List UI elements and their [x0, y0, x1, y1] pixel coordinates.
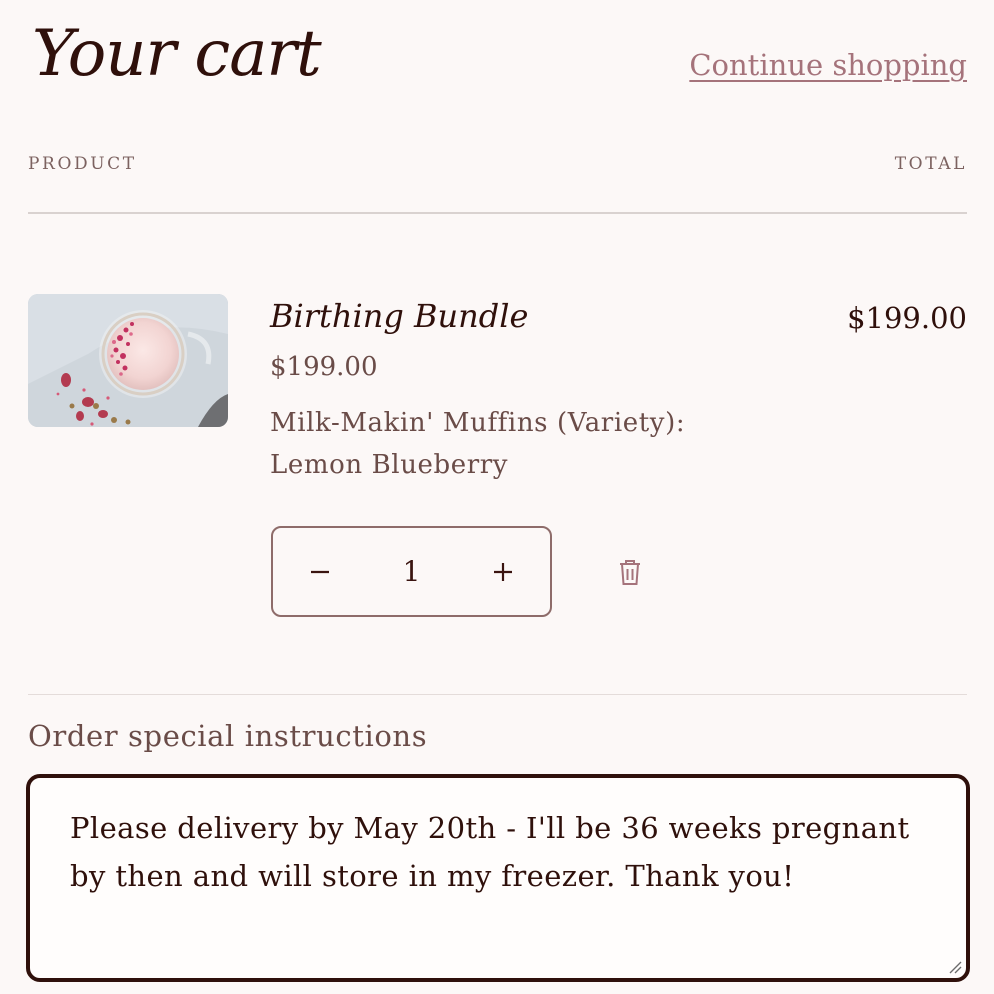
resize-grip-icon[interactable] [948, 960, 962, 974]
continue-shopping-link[interactable]: Continue shopping [689, 46, 967, 84]
special-instructions-textarea[interactable]: Please delivery by May 20th - I'll be 36… [26, 774, 970, 982]
increase-quantity-button[interactable] [458, 528, 548, 615]
cart-items-divider [28, 694, 967, 695]
product-name-link[interactable]: Birthing Bundle [270, 294, 528, 338]
line-item-total: $199.00 [847, 301, 967, 335]
page-title: Your cart [32, 17, 322, 91]
plus-icon [494, 562, 512, 581]
product-photo-icon [28, 294, 228, 427]
minus-icon [311, 570, 329, 573]
header-divider [28, 212, 967, 214]
special-instructions-text: Please delivery by May 20th - I'll be 36… [70, 811, 910, 893]
unit-price: $199.00 [270, 352, 378, 382]
column-header-total: TOTAL [894, 154, 967, 174]
variant-option-value: Lemon Blueberry [270, 450, 509, 480]
product-image[interactable] [28, 294, 228, 427]
quantity-stepper: 1 [271, 526, 552, 617]
trash-icon [620, 560, 640, 585]
column-header-product: PRODUCT [28, 154, 137, 174]
remove-item-button[interactable] [610, 552, 650, 592]
variant-option: Milk-Makin' Muffins (Variety): Lemon Blu… [270, 402, 750, 486]
cart-page: Your cart Continue shopping PRODUCT TOTA… [0, 0, 994, 994]
decrease-quantity-button[interactable] [275, 528, 365, 615]
variant-option-name: Milk-Makin' Muffins (Variety): [270, 408, 686, 438]
instructions-label: Order special instructions [28, 719, 428, 753]
quantity-input[interactable]: 1 [363, 528, 460, 615]
